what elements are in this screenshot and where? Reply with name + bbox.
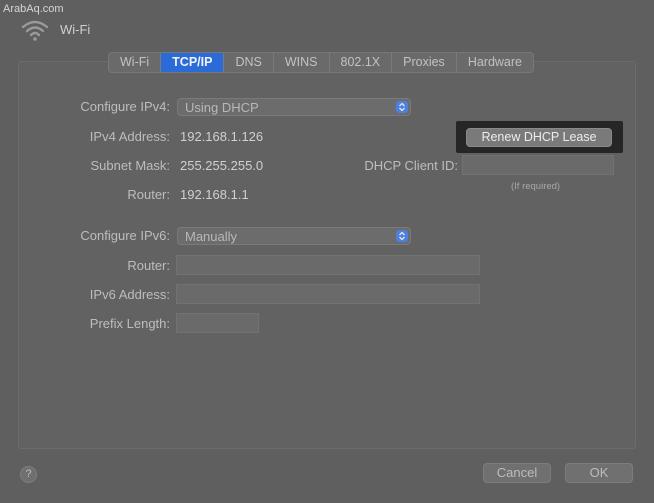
renew-dhcp-lease-button[interactable]: Renew DHCP Lease <box>466 128 612 147</box>
ipv6-router-field[interactable] <box>176 255 480 275</box>
configure-ipv6-label: Configure IPv6: <box>80 228 170 243</box>
configure-ipv6-value: Manually <box>185 229 238 244</box>
chevron-updown-icon <box>396 101 408 113</box>
watermark: ArabAq.com <box>3 3 64 15</box>
router-label: Router: <box>127 187 170 202</box>
ipv4-address-label: IPv4 Address: <box>89 129 170 144</box>
wifi-icon <box>21 20 49 41</box>
client-id-hint: (If required) <box>511 181 561 192</box>
tab-tcpip[interactable]: TCP/IP <box>161 53 225 72</box>
dhcp-client-id-field[interactable] <box>462 155 614 175</box>
configure-ipv4-label: Configure IPv4: <box>80 99 170 114</box>
dhcp-client-id-label: DHCP Client ID: <box>364 158 458 173</box>
tab-8021x[interactable]: 802.1X <box>330 53 393 72</box>
ipv6-address-label: IPv6 Address: <box>89 287 170 302</box>
configure-ipv4-select[interactable]: Using DHCP <box>177 98 411 116</box>
tab-hardware[interactable]: Hardware <box>457 53 533 72</box>
ipv6-address-field[interactable] <box>176 284 480 304</box>
tab-wifi[interactable]: Wi-Fi <box>109 53 162 72</box>
subnet-mask-label: Subnet Mask: <box>90 158 171 173</box>
tab-dns[interactable]: DNS <box>224 53 274 72</box>
router-value: 192.168.1.1 <box>180 187 249 202</box>
chevron-updown-icon <box>396 230 408 242</box>
configure-ipv4-value: Using DHCP <box>185 100 259 115</box>
tab-bar: Wi-Fi TCP/IP DNS WINS 802.1X Proxies Har… <box>108 52 534 73</box>
prefix-length-label: Prefix Length: <box>89 316 170 331</box>
help-button[interactable]: ? <box>20 466 37 483</box>
configure-ipv6-select[interactable]: Manually <box>177 227 411 245</box>
tab-wins[interactable]: WINS <box>274 53 330 72</box>
ok-button[interactable]: OK <box>565 463 633 483</box>
subnet-mask-value: 255.255.255.0 <box>180 158 264 173</box>
ipv4-address-value: 192.168.1.126 <box>180 129 264 144</box>
tab-proxies[interactable]: Proxies <box>392 53 457 72</box>
ipv6-router-label: Router: <box>127 258 170 273</box>
cancel-button[interactable]: Cancel <box>483 463 551 483</box>
prefix-length-field[interactable] <box>176 313 259 333</box>
window-title: Wi-Fi <box>60 22 91 37</box>
